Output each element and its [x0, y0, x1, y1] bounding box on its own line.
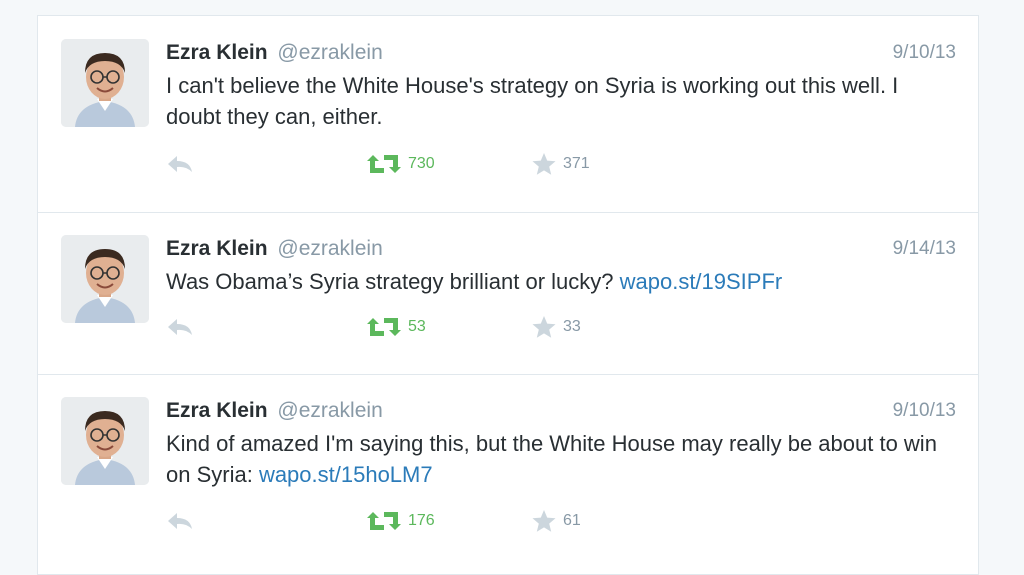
- reply-button[interactable]: [166, 151, 194, 177]
- retweet-count[interactable]: 53: [408, 318, 426, 336]
- avatar[interactable]: [61, 397, 149, 485]
- retweet-count[interactable]: 176: [408, 512, 435, 530]
- tweet[interactable]: Ezra Klein @ezraklein 9/10/13 Kind of am…: [38, 374, 978, 574]
- favorite-count[interactable]: 371: [563, 155, 590, 173]
- tweet-text: I can't believe the White House's strate…: [166, 70, 956, 132]
- favorite-button[interactable]: 33: [531, 314, 581, 340]
- tweet-actions: 730 371: [166, 151, 666, 177]
- author-handle[interactable]: @ezraklein: [277, 41, 382, 64]
- favorite-button[interactable]: 371: [531, 151, 590, 177]
- favorite-count[interactable]: 61: [563, 512, 581, 530]
- star-icon: [531, 509, 557, 533]
- tweet-timestamp[interactable]: 9/14/13: [893, 238, 956, 260]
- retweet-button[interactable]: 730: [366, 151, 435, 177]
- tweet-actions: 53 33: [166, 314, 666, 340]
- reply-icon: [166, 317, 194, 337]
- tweet-header: Ezra Klein @ezraklein: [166, 398, 383, 424]
- tweet-header: Ezra Klein @ezraklein: [166, 40, 383, 66]
- author-name[interactable]: Ezra Klein: [166, 237, 268, 260]
- tweet-actions: 176 61: [166, 508, 666, 534]
- avatar[interactable]: [61, 235, 149, 323]
- reply-icon: [166, 154, 194, 174]
- star-icon: [531, 315, 557, 339]
- tweet-text-body: I can't believe the White House's strate…: [166, 73, 899, 129]
- tweet-text: Kind of amazed I'm saying this, but the …: [166, 428, 956, 490]
- tweet-timestamp[interactable]: 9/10/13: [893, 400, 956, 422]
- author-handle[interactable]: @ezraklein: [277, 399, 382, 422]
- favorite-count[interactable]: 33: [563, 318, 581, 336]
- tweet-timestamp[interactable]: 9/10/13: [893, 42, 956, 64]
- tweet-header: Ezra Klein @ezraklein: [166, 236, 383, 262]
- tweet-link[interactable]: wapo.st/15hoLM7: [259, 462, 433, 487]
- retweet-icon: [366, 316, 402, 338]
- reply-icon: [166, 511, 194, 531]
- tweet[interactable]: Ezra Klein @ezraklein 9/14/13 Was Obama’…: [38, 212, 978, 375]
- tweet-link[interactable]: wapo.st/19SIPFr: [620, 269, 783, 294]
- retweet-button[interactable]: 53: [366, 314, 426, 340]
- author-handle[interactable]: @ezraklein: [277, 237, 382, 260]
- retweet-icon: [366, 510, 402, 532]
- author-name[interactable]: Ezra Klein: [166, 399, 268, 422]
- avatar[interactable]: [61, 39, 149, 127]
- tweet[interactable]: Ezra Klein @ezraklein 9/10/13 I can't be…: [38, 16, 978, 213]
- author-name[interactable]: Ezra Klein: [166, 41, 268, 64]
- reply-button[interactable]: [166, 508, 194, 534]
- tweet-text: Was Obama’s Syria strategy brilliant or …: [166, 266, 956, 297]
- retweet-count[interactable]: 730: [408, 155, 435, 173]
- reply-button[interactable]: [166, 314, 194, 340]
- tweet-text-body: Was Obama’s Syria strategy brilliant or …: [166, 269, 620, 294]
- retweet-button[interactable]: 176: [366, 508, 435, 534]
- star-icon: [531, 152, 557, 176]
- tweet-stream: Ezra Klein @ezraklein 9/10/13 I can't be…: [37, 15, 979, 575]
- retweet-icon: [366, 153, 402, 175]
- favorite-button[interactable]: 61: [531, 508, 581, 534]
